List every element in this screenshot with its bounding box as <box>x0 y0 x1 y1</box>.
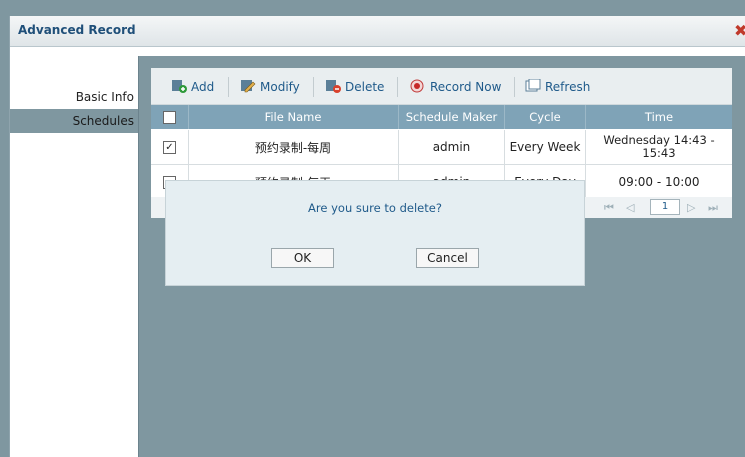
cycle-cell: Every Week <box>505 130 586 164</box>
table-row[interactable]: ✓ 预约录制-每周 admin Every Week Wednesday 14:… <box>151 130 732 165</box>
toolbar-divider <box>313 77 314 97</box>
add-icon <box>171 79 187 93</box>
column-schedule-maker[interactable]: Schedule Maker <box>399 105 505 129</box>
row-checkbox[interactable]: ✓ <box>163 140 176 154</box>
column-time[interactable]: Time <box>586 105 732 129</box>
delete-icon <box>325 79 341 93</box>
refresh-icon <box>525 78 541 93</box>
column-file-name[interactable]: File Name <box>188 105 399 129</box>
refresh-button[interactable]: Refresh <box>525 78 590 96</box>
time-cell: 09:00 - 10:00 <box>618 175 700 189</box>
next-page-icon[interactable]: ▷ <box>687 201 695 214</box>
sidebar-item-basic-info[interactable]: Basic Info <box>10 85 138 109</box>
record-now-button[interactable]: Record Now <box>410 78 501 96</box>
last-page-icon[interactable]: ⏭ <box>708 201 718 215</box>
maker-cell: admin <box>399 130 505 164</box>
toolbar-divider <box>228 77 229 97</box>
sidebar: Basic Info Schedules <box>10 47 138 457</box>
table-header: File Name Schedule Maker Cycle Time <box>151 105 732 129</box>
add-label: Add <box>191 80 215 94</box>
delete-label: Delete <box>345 80 385 94</box>
file-name-cell: 预约录制-每周 <box>188 130 399 164</box>
modify-button[interactable]: Modify <box>240 78 300 96</box>
ok-button[interactable]: OK <box>271 248 334 268</box>
sidebar-item-schedules[interactable]: Schedules <box>10 109 138 133</box>
modify-label: Modify <box>260 80 300 94</box>
time-cell: Wednesday 14:43 - 15:43 <box>603 133 715 160</box>
select-all-header[interactable] <box>151 105 189 129</box>
modify-icon <box>240 79 256 93</box>
prev-page-icon[interactable]: ◁ <box>626 201 634 214</box>
record-icon <box>410 79 426 93</box>
delete-button[interactable]: Delete <box>325 78 384 96</box>
toolbar-divider <box>397 77 398 97</box>
toolbar-divider <box>514 77 515 97</box>
toolbar: Add Modify Delete Record Now Refresh <box>151 68 732 105</box>
first-page-icon[interactable]: ⏮ <box>604 201 614 215</box>
title-bar: Advanced Record ✖ <box>10 16 745 47</box>
confirm-delete-dialog: Are you sure to delete? OK Cancel <box>166 181 584 285</box>
close-icon[interactable]: ✖ <box>734 21 745 40</box>
refresh-label: Refresh <box>545 80 591 94</box>
record-now-label: Record Now <box>430 80 502 94</box>
cancel-button[interactable]: Cancel <box>416 248 479 268</box>
page-number-input[interactable]: 1 <box>650 199 680 215</box>
window-title: Advanced Record <box>18 23 136 37</box>
add-button[interactable]: Add <box>171 78 214 96</box>
select-all-checkbox[interactable] <box>163 111 176 124</box>
row-checkbox-cell[interactable]: ✓ <box>151 130 189 164</box>
column-cycle[interactable]: Cycle <box>505 105 586 129</box>
dialog-message: Are you sure to delete? <box>308 201 442 215</box>
